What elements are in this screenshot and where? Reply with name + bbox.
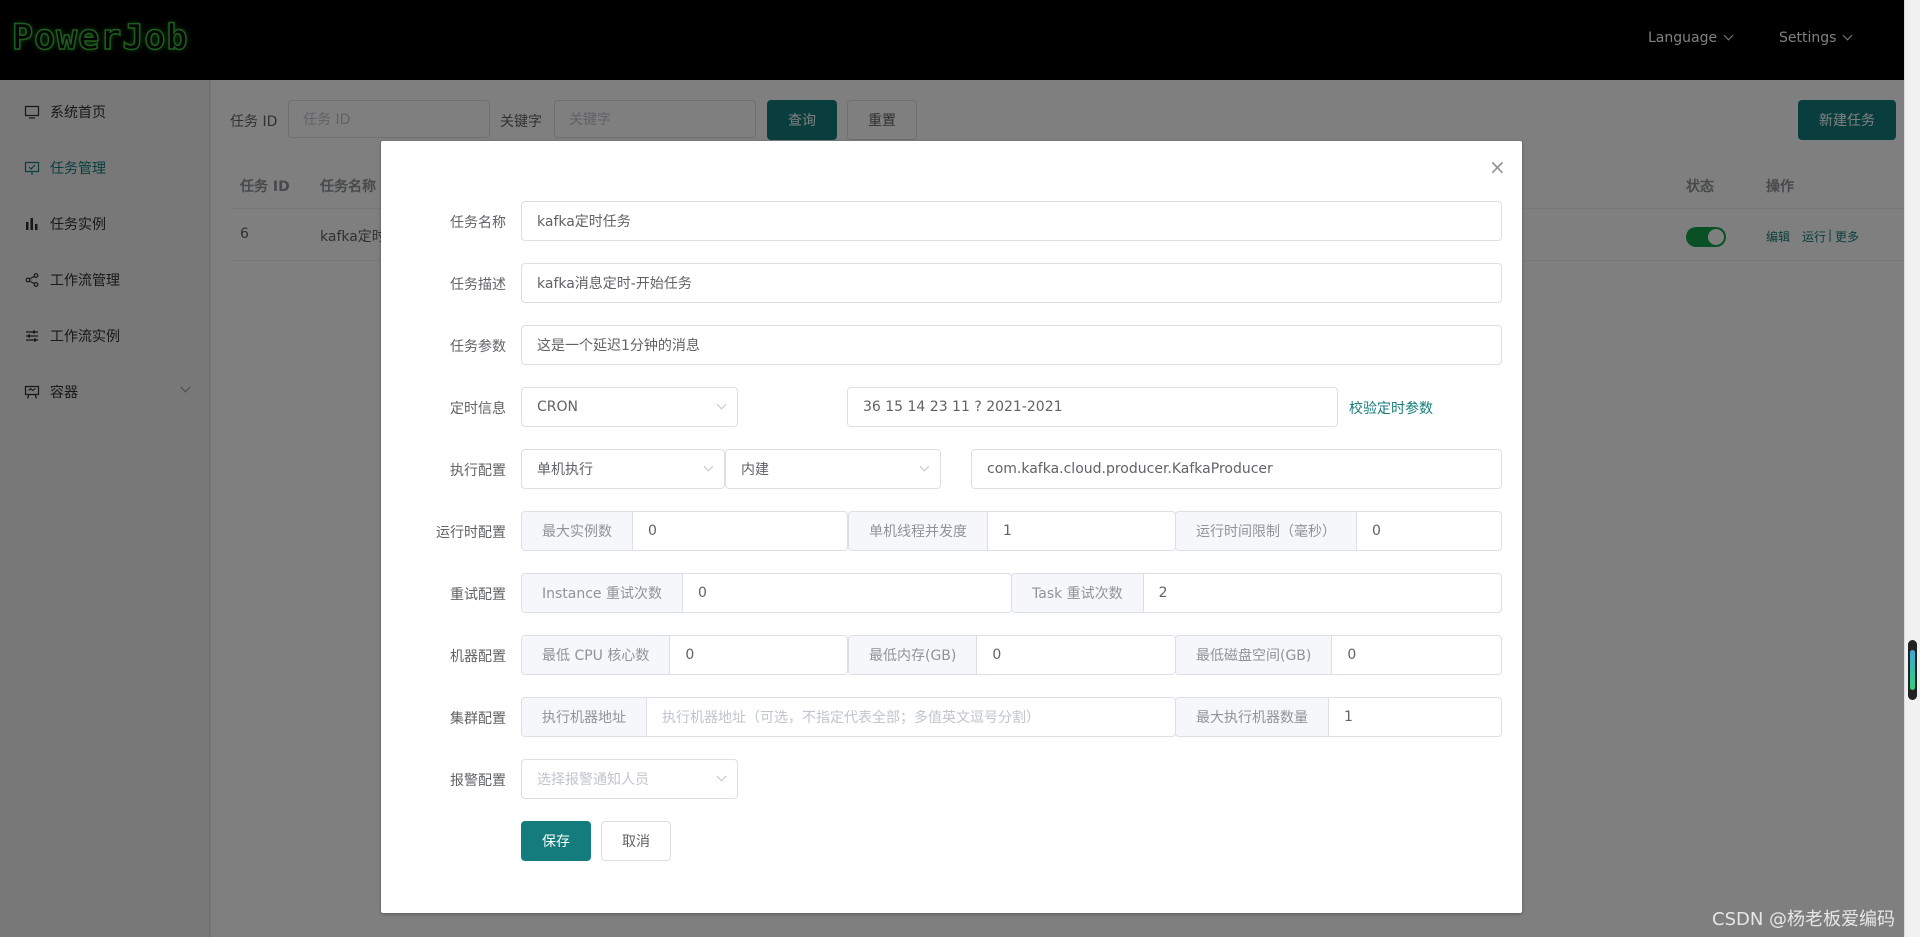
designated-workers-input[interactable]: 执行机器地址（可选，不指定代表全部；多值英文逗号分割） xyxy=(647,698,1175,736)
min-cpu-input[interactable]: 0 xyxy=(670,636,847,674)
validate-timing-link[interactable]: 校验定时参数 xyxy=(1349,398,1433,418)
designated-workers-field: 执行机器地址 执行机器地址（可选，不指定代表全部；多值英文逗号分割） xyxy=(521,697,1176,737)
processor-type-select[interactable]: 内建 xyxy=(725,449,941,489)
max-worker-count-input[interactable]: 1 xyxy=(1329,698,1501,736)
min-cpu-prefix: 最低 CPU 核心数 xyxy=(522,636,671,674)
min-memory-input[interactable]: 0 xyxy=(977,636,1175,674)
instance-retry-input[interactable]: 0 xyxy=(683,574,1011,612)
alarm-config-label: 报警配置 xyxy=(450,773,506,789)
chevron-down-icon xyxy=(716,771,727,782)
instance-retry-field: Instance 重试次数 0 xyxy=(521,573,1012,613)
thread-concurrency-input[interactable]: 1 xyxy=(988,512,1175,550)
thread-concurrency-field: 单机线程并发度 1 xyxy=(848,511,1176,551)
task-retry-field: Task 重试次数 2 xyxy=(1011,573,1502,613)
retry-config-label: 重试配置 xyxy=(450,587,506,603)
watermark-text: CSDN @杨老板爱编码 xyxy=(1712,909,1896,930)
cluster-config-label: 集群配置 xyxy=(450,711,506,727)
time-limit-prefix: 运行时间限制（毫秒） xyxy=(1176,512,1357,550)
time-limit-input[interactable]: 0 xyxy=(1357,512,1501,550)
page-scrollbar[interactable] xyxy=(1904,0,1920,937)
timing-type-value: CRON xyxy=(537,399,578,415)
thread-concurrency-prefix: 单机线程并发度 xyxy=(849,512,988,550)
task-retry-prefix: Task 重试次数 xyxy=(1012,574,1144,612)
min-cpu-field: 最低 CPU 核心数 0 xyxy=(521,635,848,675)
scrollbar-thumb[interactable] xyxy=(1908,640,1917,700)
exec-config-label: 执行配置 xyxy=(450,463,506,479)
task-name-input[interactable]: kafka定时任务 xyxy=(521,201,1502,241)
edit-task-dialog: × 任务名称 kafka定时任务 任务描述 kafka消息定时-开始任务 任务参… xyxy=(381,141,1522,913)
processor-info-input[interactable]: com.kafka.cloud.producer.KafkaProducer xyxy=(971,449,1502,489)
max-worker-count-prefix: 最大执行机器数量 xyxy=(1176,698,1329,736)
cancel-button[interactable]: 取消 xyxy=(601,821,671,861)
runtime-config-label: 运行时配置 xyxy=(436,525,506,541)
min-disk-field: 最低磁盘空间(GB) 0 xyxy=(1175,635,1502,675)
time-limit-field: 运行时间限制（毫秒） 0 xyxy=(1175,511,1502,551)
max-instance-prefix: 最大实例数 xyxy=(522,512,633,550)
max-worker-count-field: 最大执行机器数量 1 xyxy=(1175,697,1502,737)
alarm-receiver-placeholder: 选择报警通知人员 xyxy=(537,772,649,788)
timing-type-select[interactable]: CRON xyxy=(521,387,738,427)
task-desc-label: 任务描述 xyxy=(450,277,506,293)
execute-type-value: 单机执行 xyxy=(537,462,593,478)
chevron-down-icon xyxy=(919,461,930,472)
alarm-receiver-select[interactable]: 选择报警通知人员 xyxy=(521,759,738,799)
execute-type-select[interactable]: 单机执行 xyxy=(521,449,725,489)
timing-label: 定时信息 xyxy=(450,401,506,417)
designated-workers-prefix: 执行机器地址 xyxy=(522,698,647,736)
min-disk-input[interactable]: 0 xyxy=(1332,636,1501,674)
min-memory-field: 最低内存(GB) 0 xyxy=(848,635,1176,675)
task-name-label: 任务名称 xyxy=(450,215,506,231)
save-button[interactable]: 保存 xyxy=(521,821,591,861)
min-disk-prefix: 最低磁盘空间(GB) xyxy=(1176,636,1333,674)
task-desc-input[interactable]: kafka消息定时-开始任务 xyxy=(521,263,1502,303)
max-instance-field: 最大实例数 0 xyxy=(521,511,848,551)
task-retry-input[interactable]: 2 xyxy=(1144,574,1501,612)
close-icon[interactable]: × xyxy=(1489,157,1506,177)
processor-type-value: 内建 xyxy=(741,462,769,478)
timing-expression-input[interactable]: 36 15 14 23 11 ? 2021-2021 xyxy=(847,387,1338,427)
task-params-label: 任务参数 xyxy=(450,339,506,355)
instance-retry-prefix: Instance 重试次数 xyxy=(522,574,683,612)
chevron-down-icon xyxy=(716,399,727,410)
max-instance-input[interactable]: 0 xyxy=(633,512,847,550)
machine-config-label: 机器配置 xyxy=(450,649,506,665)
chevron-down-icon xyxy=(703,461,714,472)
min-memory-prefix: 最低内存(GB) xyxy=(849,636,978,674)
task-params-input[interactable]: 这是一个延迟1分钟的消息 xyxy=(521,325,1502,365)
